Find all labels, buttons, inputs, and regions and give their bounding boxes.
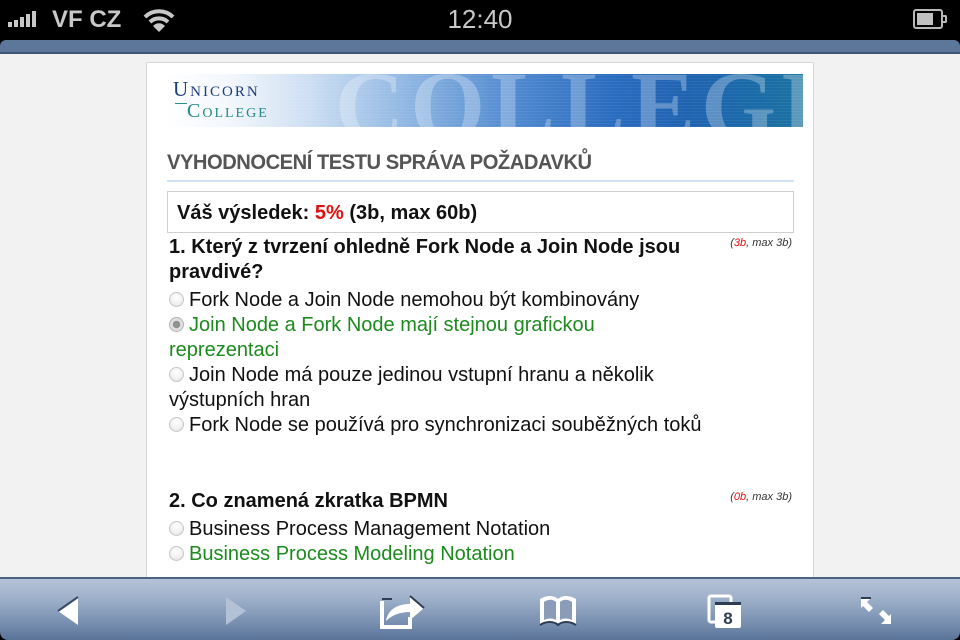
result-label: Váš výsledek:: [177, 202, 315, 224]
status-bar: VF CZ 12:40: [0, 0, 960, 40]
forward-button[interactable]: [212, 589, 262, 633]
bookmarks-button[interactable]: [533, 589, 583, 633]
question-2: 2. Co znamená zkratka BPMN (0b, max 3b) …: [169, 489, 799, 567]
question-score: (0b, max 3b): [730, 491, 792, 503]
unicorn-college-logo[interactable]: Unicorn College: [173, 78, 269, 122]
forward-icon: [226, 597, 246, 625]
fullscreen-icon: [861, 597, 891, 624]
title-divider: [167, 180, 794, 182]
page-title: VYHODNOCENÍ TESTU SPRÁVA POŽADAVKŮ: [167, 151, 592, 174]
question-1: 1. Který z tvrzení ohledně Fork Node a J…: [169, 235, 799, 438]
answer-option[interactable]: Join Node má pouze jedinou vstupní hranu…: [169, 363, 709, 413]
radio-button[interactable]: [169, 521, 184, 536]
radio-button-selected[interactable]: [169, 317, 184, 332]
tabs-count: 8: [723, 609, 732, 628]
score-earned: 0b: [733, 491, 747, 503]
answer-option[interactable]: Business Process Management Notation: [169, 517, 709, 542]
answer-text: Business Process Modeling Notation: [189, 543, 515, 565]
share-icon: [380, 595, 425, 629]
tabs-button[interactable]: 8: [700, 589, 750, 633]
radio-button[interactable]: [169, 417, 184, 432]
web-viewport[interactable]: COLLEGE Unicorn College VYHODNOCENÍ TEST…: [0, 54, 960, 577]
answer-option-correct[interactable]: Join Node a Fork Node mají stejnou grafi…: [169, 313, 709, 363]
result-detail: (3b, max 60b): [343, 202, 478, 224]
browser-toolbar: 8: [0, 577, 960, 640]
browser-top-bar: [0, 40, 960, 54]
answer-option[interactable]: Fork Node a Join Node nemohou být kombin…: [169, 288, 709, 313]
result-summary: Váš výsledek: 5% (3b, max 60b): [167, 191, 794, 233]
fullscreen-button[interactable]: [852, 589, 902, 633]
answer-option-correct[interactable]: Business Process Modeling Notation: [169, 542, 709, 567]
result-percent: 5%: [314, 202, 344, 224]
radio-button[interactable]: [169, 292, 184, 307]
battery-icon: [913, 9, 947, 29]
clock: 12:40: [447, 4, 513, 34]
answer-text: Join Node má pouze jedinou vstupní hranu…: [169, 364, 654, 411]
answer-option[interactable]: Fork Node se používá pro synchronizaci s…: [169, 413, 709, 438]
bookmarks-icon: [539, 596, 577, 627]
score-earned: 3b: [733, 237, 747, 249]
question-score: (3b, max 3b): [730, 237, 792, 249]
page-container: COLLEGE Unicorn College VYHODNOCENÍ TEST…: [146, 62, 814, 577]
share-button[interactable]: [378, 589, 428, 633]
tabs-icon: 8: [707, 594, 741, 628]
question-text: 1. Který z tvrzení ohledně Fork Node a J…: [169, 236, 681, 283]
logo-line-2: College: [187, 100, 269, 122]
college-banner[interactable]: COLLEGE Unicorn College: [165, 74, 803, 127]
radio-button[interactable]: [169, 367, 184, 382]
question-text: 2. Co znamená zkratka BPMN: [169, 490, 448, 512]
logo-line-1: Unicorn: [173, 77, 260, 101]
back-icon: [57, 596, 79, 625]
answer-text: Fork Node se používá pro synchronizaci s…: [189, 414, 702, 436]
radio-button[interactable]: [169, 546, 184, 561]
answer-text: Business Process Management Notation: [189, 518, 551, 540]
answer-text: Fork Node a Join Node nemohou být kombin…: [189, 289, 640, 311]
back-button[interactable]: [42, 589, 92, 633]
answer-text: Join Node a Fork Node mají stejnou grafi…: [169, 314, 595, 361]
